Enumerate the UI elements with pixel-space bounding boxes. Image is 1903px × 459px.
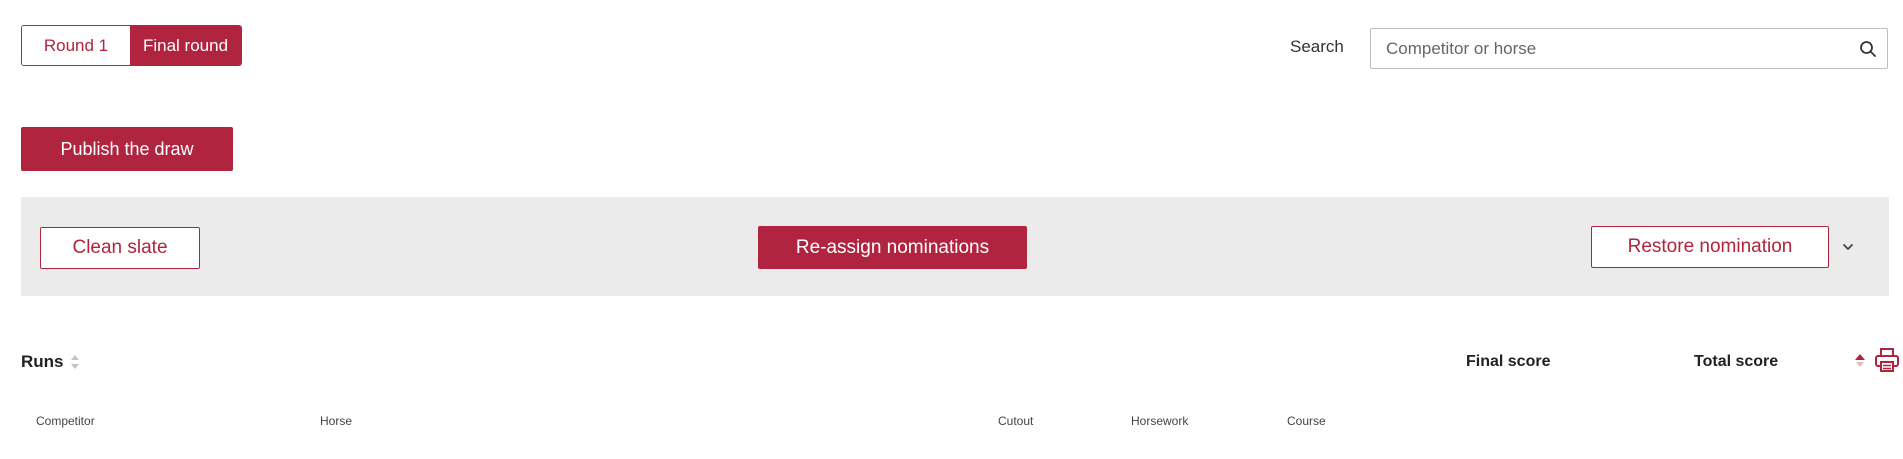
column-course: Course	[1287, 414, 1326, 428]
clean-slate-button[interactable]: Clean slate	[40, 227, 200, 269]
chevron-down-icon[interactable]	[1833, 232, 1863, 262]
column-horsework: Horsework	[1131, 414, 1189, 428]
publish-draw-button[interactable]: Publish the draw	[21, 127, 233, 171]
search-input[interactable]	[1371, 29, 1849, 68]
tab-round-1[interactable]: Round 1	[22, 26, 130, 65]
final-score-header[interactable]: Final score	[1466, 353, 1550, 371]
runs-heading: Runs	[21, 352, 80, 372]
search-box	[1370, 28, 1888, 69]
runs-title: Runs	[21, 352, 64, 371]
round-tabs: Round 1 Final round	[21, 25, 242, 66]
search-label: Search	[1290, 37, 1344, 56]
restore-nomination-button[interactable]: Restore nomination	[1591, 226, 1829, 268]
sort-ascending-icon[interactable]	[1853, 351, 1867, 369]
reassign-nominations-button[interactable]: Re-assign nominations	[758, 226, 1027, 269]
search-icon[interactable]	[1849, 29, 1887, 68]
column-cutout: Cutout	[998, 414, 1034, 428]
sort-icon[interactable]	[70, 354, 80, 370]
tab-final-round[interactable]: Final round	[130, 26, 241, 65]
total-score-header[interactable]: Total score	[1694, 353, 1778, 371]
column-competitor: Competitor	[36, 414, 95, 428]
print-icon[interactable]	[1873, 346, 1901, 374]
column-horse: Horse	[320, 414, 353, 428]
